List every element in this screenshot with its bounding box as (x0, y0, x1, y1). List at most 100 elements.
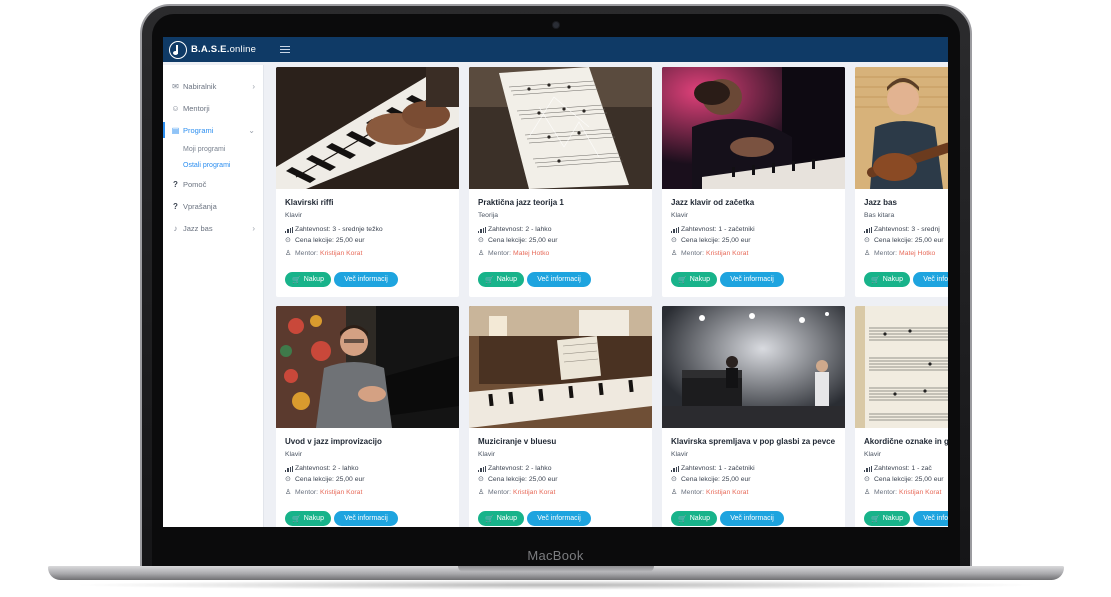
course-difficulty: Zahtevnost: 2 - lahko (285, 465, 358, 472)
stage-pianist-photo (662, 67, 845, 189)
more-info-button[interactable]: Več informacij (527, 511, 591, 526)
price-value: 25,00 eur (721, 475, 751, 483)
buy-button-label: Nakup (882, 515, 903, 522)
course-price: ⊙ Cena lekcije: 25,00 eur (478, 475, 558, 484)
course-title: Jazz klavir od začetka (671, 198, 755, 207)
more-info-button[interactable]: Več informacij (334, 511, 398, 526)
buy-button[interactable]: 🛒 Nakup (671, 272, 717, 287)
more-info-button[interactable]: Več informacij (720, 511, 784, 526)
course-price: ⊙ Cena lekcije: 25,00 eur (478, 236, 558, 245)
course-price: ⊙ Cena lekcije: 25,00 eur (671, 236, 751, 245)
chevron-down-icon: ⌄ (248, 125, 255, 135)
course-category: Klavir (671, 451, 688, 458)
buy-button[interactable]: 🛒 Nakup (478, 511, 524, 526)
buy-button[interactable]: 🛒 Nakup (285, 272, 331, 287)
mentor-label: Mentor: (295, 249, 319, 257)
mentor-link[interactable]: Kristijan Korat (899, 489, 941, 496)
course-thumbnail[interactable] (855, 306, 948, 428)
logo-bold-text: B.A.S.E. (191, 44, 230, 55)
price-label: Cena lekcije: (874, 236, 913, 244)
buy-button-label: Nakup (303, 515, 324, 522)
difficulty-label: Zahtevnost: (295, 465, 331, 472)
course-card[interactable]: Klavirska spremljava v pop glasbi za pev… (662, 306, 845, 527)
coin-icon: ⊙ (864, 476, 870, 483)
course-price: ⊙ Cena lekcije: 25,00 eur (864, 475, 944, 484)
difficulty-value: 1 - začetniki (718, 226, 755, 233)
course-thumbnail[interactable] (662, 306, 845, 428)
course-card[interactable]: Uvod v jazz improvizacijo Klavir Zahtevn… (276, 306, 459, 527)
more-info-button[interactable]: Več informacij (720, 272, 784, 287)
users-icon: ☺ (171, 103, 180, 113)
sidebar-item-label: Programi (183, 125, 214, 135)
sidebar-subitem-moji-programi[interactable]: Moji programi (163, 141, 263, 157)
coin-icon: ⊙ (285, 237, 291, 244)
menu-toggle-icon[interactable] (280, 46, 291, 53)
course-card[interactable]: Muziciranje v bluesu Klavir Zahtevnost: … (469, 306, 652, 527)
mentor-link[interactable]: Kristijan Korat (706, 250, 748, 257)
course-card[interactable]: Praktična jazz teorija 1 Teorija Zahtevn… (469, 67, 652, 297)
price-value: 25,00 eur (914, 475, 944, 483)
course-card[interactable]: Jazz klavir od začetka Klavir Zahtevnost… (662, 67, 845, 297)
upright-piano-photo (469, 306, 652, 428)
course-mentor: ♙ Mentor: Matej Hotko (864, 249, 935, 258)
price-value: 25,00 eur (335, 236, 365, 244)
course-title: Klavirski riffi (285, 198, 334, 207)
buy-button[interactable]: 🛒 Nakup (285, 511, 331, 526)
course-thumbnail[interactable] (276, 67, 459, 189)
difficulty-value: 2 - lahko (332, 465, 359, 472)
signal-bars-icon (285, 465, 293, 472)
laptop-base-notch (458, 566, 654, 572)
buy-button-label: Nakup (689, 276, 710, 283)
course-difficulty: Zahtevnost: 1 - začetniki (671, 226, 755, 233)
course-thumbnail[interactable] (276, 306, 459, 428)
more-info-button[interactable]: Več informacij (913, 511, 948, 526)
course-thumbnail[interactable] (662, 67, 845, 189)
user-icon: ♙ (285, 250, 292, 257)
sidebar-item-pomoc[interactable]: ? Pomoč (163, 173, 263, 195)
more-info-button[interactable]: Več informacij (527, 272, 591, 287)
book-icon: ▤ (171, 125, 180, 135)
course-price: ⊙ Cena lekcije: 25,00 eur (864, 236, 944, 245)
coin-icon: ⊙ (478, 476, 484, 483)
course-card[interactable]: Klavirski riffi Klavir Zahtevnost: 3 - s… (276, 67, 459, 297)
difficulty-label: Zahtevnost: (295, 226, 331, 233)
course-thumbnail[interactable] (855, 67, 948, 189)
course-card[interactable]: Jazz bas Bas kitara Zahtevnost: 3 - sred… (855, 67, 948, 297)
mentor-link[interactable]: Kristijan Korat (320, 250, 362, 257)
sidebar-subitem-ostali-programi[interactable]: Ostali programi (163, 157, 263, 173)
sidebar-item-vprasanja[interactable]: ? Vprašanja (163, 195, 263, 217)
mentor-link[interactable]: Matej Hotko (899, 250, 935, 257)
course-price: ⊙ Cena lekcije: 25,00 eur (285, 475, 365, 484)
concert-stage-photo (662, 306, 845, 428)
buy-button[interactable]: 🛒 Nakup (478, 272, 524, 287)
course-thumbnail[interactable] (469, 306, 652, 428)
guitar-icon: ♪ (173, 223, 178, 233)
mentor-link[interactable]: Kristijan Korat (706, 489, 748, 496)
mentor-link[interactable]: Matej Hotko (513, 250, 549, 257)
difficulty-label: Zahtevnost: (681, 465, 717, 472)
app-logo[interactable]: B.A.S.E.online (169, 40, 256, 59)
top-bar: B.A.S.E.online (163, 37, 948, 62)
more-info-button[interactable]: Več informacij (913, 272, 948, 287)
buy-button[interactable]: 🛒 Nakup (671, 511, 717, 526)
price-value: 25,00 eur (721, 236, 751, 244)
sidebar-item-label: Vprašanja (183, 201, 217, 211)
mentor-link[interactable]: Kristijan Korat (320, 489, 362, 496)
course-thumbnail[interactable] (469, 67, 652, 189)
buy-button[interactable]: 🛒 Nakup (864, 272, 910, 287)
mentor-link[interactable]: Kristijan Korat (513, 489, 555, 496)
course-difficulty: Zahtevnost: 1 - zač (864, 465, 932, 472)
sidebar-item-jazz-bas[interactable]: ♪ Jazz bas › (163, 217, 263, 239)
user-icon: ♙ (478, 250, 485, 257)
course-card[interactable]: Akordične oznake in gr Klavir Zahtevnost… (855, 306, 948, 527)
buy-button-label: Nakup (496, 515, 517, 522)
more-info-button[interactable]: Več informacij (334, 272, 398, 287)
sidebar-item-mentorji[interactable]: ☺ Mentorji (163, 97, 263, 119)
signal-bars-icon (478, 226, 486, 233)
app-screen: B.A.S.E.online ✉ Nabiralnik › ☺ Mentorji… (163, 37, 948, 527)
mentor-label: Mentor: (488, 249, 512, 257)
webcam-icon (553, 22, 559, 28)
buy-button[interactable]: 🛒 Nakup (864, 511, 910, 526)
sidebar-item-programi[interactable]: ▤ Programi ⌄ (163, 119, 263, 141)
sidebar-item-nabiralnik[interactable]: ✉ Nabiralnik › (163, 75, 263, 97)
